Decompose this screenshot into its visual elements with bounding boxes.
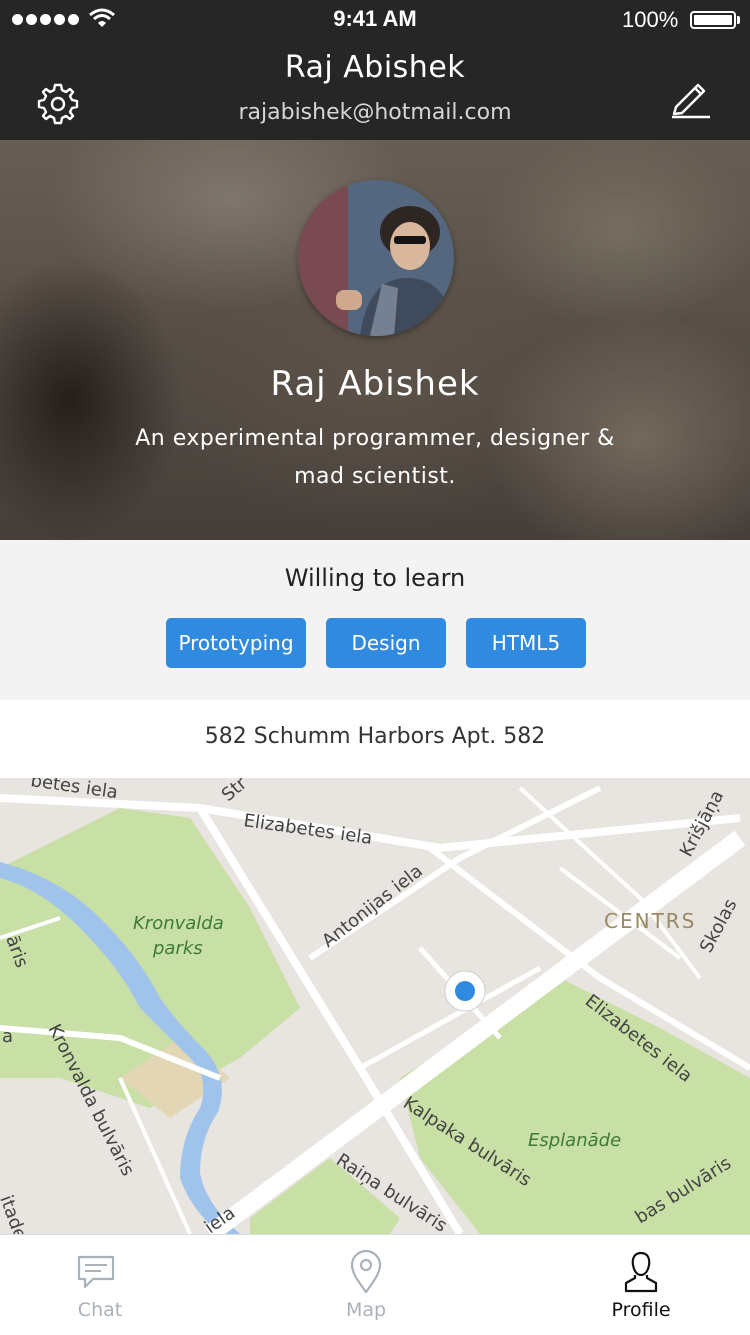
- profile-bio: An experimental programmer, designer & m…: [135, 426, 615, 489]
- tab-bar: Chat Map Profile: [0, 1234, 750, 1334]
- map-label-skolas: Skolas: [696, 896, 742, 957]
- map-label-antonijas: Antonijas iela: [318, 861, 427, 952]
- top-navigation-bar: 9:41 AM 100% Raj Abishek rajabishek@hotm…: [0, 0, 750, 140]
- skill-chip-html5[interactable]: HTML5: [466, 618, 586, 668]
- map-label-parks: parks: [152, 938, 203, 959]
- map-label-str: Str: [218, 778, 252, 806]
- skills-title: Willing to learn: [284, 564, 466, 592]
- tab-chat[interactable]: Chat: [0, 1235, 225, 1335]
- tab-chat-label: Chat: [77, 1299, 123, 1321]
- nav-title: Raj Abishek: [284, 50, 466, 85]
- address-section: 582 Schumm Harbors Apt. 582: [0, 700, 750, 778]
- avatar-photo-icon: [298, 180, 454, 336]
- current-location-marker[interactable]: [444, 970, 486, 1012]
- map-label-itadel: itadel: [0, 1193, 32, 1234]
- status-bar: 9:41 AM 100%: [0, 0, 750, 40]
- profile-icon: [624, 1251, 658, 1293]
- nav-email: rajabishek@hotmail.com: [238, 100, 512, 125]
- map-canvas[interactable]: Kronvalda parks Elizabetes iela Antonija…: [0, 778, 750, 1234]
- tab-map-label: Map: [345, 1299, 387, 1321]
- avatar[interactable]: [298, 180, 454, 336]
- skill-chip-design[interactable]: Design: [326, 618, 446, 668]
- tab-profile[interactable]: Profile: [516, 1235, 750, 1335]
- address-text: 582 Schumm Harbors Apt. 582: [204, 724, 546, 749]
- chat-icon: [77, 1255, 115, 1289]
- battery-percentage: 100%: [622, 7, 679, 32]
- profile-hero: Raj Abishek An experimental programmer, …: [0, 140, 750, 540]
- map-pin-icon: [350, 1249, 382, 1294]
- edit-pencil-icon[interactable]: [666, 76, 714, 120]
- tab-map[interactable]: Map: [241, 1235, 491, 1335]
- battery-tip: [737, 16, 740, 24]
- skill-chip-prototyping[interactable]: Prototyping: [166, 618, 306, 668]
- map-label-elizabetes-1: Elizabetes iela: [242, 810, 373, 849]
- map-label-esplanade: Esplanāde: [528, 1130, 621, 1151]
- map-label-a: a: [2, 1026, 13, 1047]
- map-view[interactable]: Kronvalda parks Elizabetes iela Antonija…: [0, 778, 750, 1234]
- map-label-kronvalda: Kronvalda: [133, 913, 224, 934]
- battery-icon: [690, 11, 736, 29]
- profile-name: Raj Abishek: [270, 364, 480, 404]
- tab-profile-label: Profile: [611, 1299, 671, 1321]
- skills-section: Willing to learn Prototyping Design HTML…: [0, 540, 750, 700]
- map-label-centrs: CENTRS: [604, 909, 696, 933]
